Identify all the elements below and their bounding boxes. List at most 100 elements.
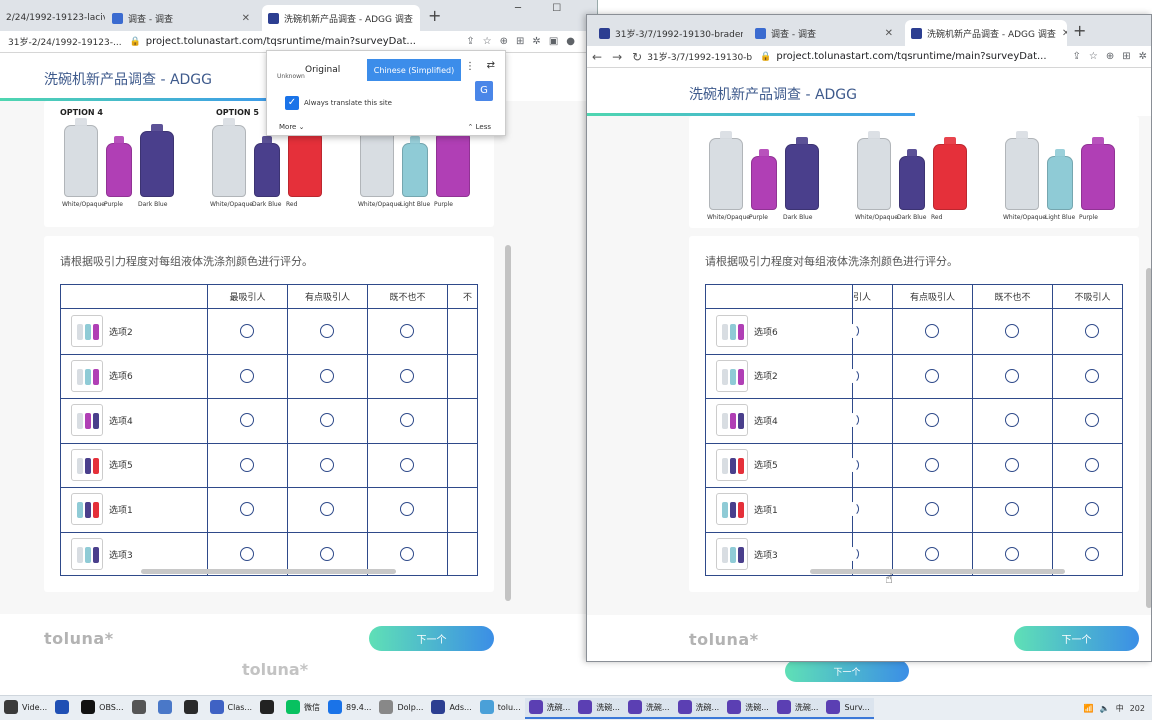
less-button[interactable]: ⌃ Less xyxy=(468,123,491,131)
rating-radio[interactable] xyxy=(1085,502,1099,517)
close-icon[interactable]: ✕ xyxy=(236,13,250,24)
rating-radio[interactable] xyxy=(240,324,254,338)
rating-radio[interactable] xyxy=(925,547,939,561)
star-icon[interactable]: ☆ xyxy=(479,36,496,47)
taskbar-app[interactable]: 洗碗... xyxy=(623,697,674,719)
puzzle-icon[interactable]: ✲ xyxy=(528,36,544,47)
rating-radio[interactable] xyxy=(925,502,939,517)
rating-radio[interactable] xyxy=(1005,457,1019,472)
vertical-scrollbar[interactable] xyxy=(505,245,511,601)
vertical-scrollbar[interactable] xyxy=(1146,268,1151,608)
reload-icon[interactable]: ↻ xyxy=(627,50,647,64)
rating-radio[interactable] xyxy=(925,413,939,428)
horizontal-scrollbar[interactable] xyxy=(141,569,396,574)
rating-radio[interactable] xyxy=(320,368,334,383)
volume-icon[interactable]: 🔈 xyxy=(1100,704,1110,713)
extension-icon[interactable]: ⊕ xyxy=(1102,51,1118,62)
rating-radio[interactable] xyxy=(320,457,334,472)
more-button[interactable]: More ⌄ xyxy=(279,123,304,131)
rating-radio[interactable] xyxy=(925,368,939,383)
tab-3-active[interactable]: 洗碗机新产品调查 - ADGG 调查✕ xyxy=(262,5,420,31)
rating-radio[interactable] xyxy=(1085,324,1099,338)
taskbar-app[interactable]: 洗碗... xyxy=(723,697,773,719)
rating-radio[interactable] xyxy=(320,502,334,517)
next-button[interactable]: 下一个 xyxy=(369,626,494,651)
tab-3-active[interactable]: 洗碗机新产品调查 - ADGG 调查✕ xyxy=(905,20,1067,46)
taskbar-app[interactable]: Ads... xyxy=(427,698,475,719)
rating-radio[interactable] xyxy=(1085,547,1099,561)
clock-year[interactable]: 202 xyxy=(1130,704,1145,713)
rating-radio[interactable] xyxy=(320,547,334,561)
close-icon[interactable]: ✕ xyxy=(413,13,420,24)
rating-radio[interactable] xyxy=(1005,547,1019,561)
sidepanel-icon[interactable]: ▣ xyxy=(545,36,562,47)
ime-icon[interactable]: 中 xyxy=(1116,703,1124,714)
rating-radio[interactable] xyxy=(1005,413,1019,428)
translate-icon[interactable]: ⊞ xyxy=(512,36,528,47)
rating-radio[interactable] xyxy=(240,413,254,428)
always-translate-checkbox[interactable]: ✓ xyxy=(285,96,299,110)
share-icon[interactable]: ⇪ xyxy=(1068,51,1084,62)
tab-2[interactable]: 调查 - 调查 ✕ xyxy=(106,5,256,31)
taskbar-app[interactable]: 微信 xyxy=(282,698,324,719)
rating-radio[interactable] xyxy=(925,324,939,338)
rating-radio[interactable] xyxy=(1085,368,1099,383)
network-icon[interactable]: 📶 xyxy=(1084,704,1094,713)
close-icon[interactable]: ✕ xyxy=(879,28,893,39)
profile-icon[interactable]: ● xyxy=(562,36,579,47)
horizontal-scrollbar[interactable] xyxy=(810,569,1065,574)
rating-radio[interactable] xyxy=(1005,368,1019,383)
back-icon[interactable]: ← xyxy=(587,50,607,64)
target-language-tab[interactable]: Chinese (Simplified) xyxy=(367,59,461,81)
taskbar-app[interactable]: 洗碗... xyxy=(574,697,624,719)
rating-radio[interactable] xyxy=(400,457,414,472)
rating-radio[interactable] xyxy=(240,502,254,517)
taskbar-app[interactable]: 洗碗... xyxy=(524,697,575,719)
rating-radio-partial[interactable] xyxy=(845,502,859,517)
rating-radio[interactable] xyxy=(240,368,254,383)
lock-icon[interactable]: 🔒 xyxy=(760,52,771,62)
lock-icon[interactable]: 🔒 xyxy=(130,37,141,47)
taskbar-app[interactable]: OBS... xyxy=(77,698,127,719)
tab-2[interactable]: 调查 - 调查 ✕ xyxy=(749,20,899,46)
taskbar-app[interactable]: 89.4... xyxy=(324,698,375,719)
rating-radio-partial[interactable] xyxy=(845,457,859,472)
rating-radio[interactable] xyxy=(400,368,414,383)
swap-icon[interactable]: ⇄ xyxy=(487,60,495,71)
extension-icon[interactable]: ⊕ xyxy=(496,36,512,47)
taskbar-app[interactable]: Dolp... xyxy=(375,698,427,719)
rating-radio[interactable] xyxy=(240,547,254,561)
window-controls[interactable]: ─ ☐ xyxy=(515,3,575,14)
rating-radio-partial[interactable] xyxy=(845,368,859,383)
taskbar-app[interactable] xyxy=(256,698,282,719)
taskbar-app[interactable] xyxy=(51,698,77,719)
more-options-icon[interactable]: ⋮ xyxy=(465,61,475,72)
rating-radio[interactable] xyxy=(400,413,414,428)
taskbar-app[interactable]: tolu... xyxy=(476,698,525,719)
tab-1[interactable]: 31岁-3/7/1992-19130-braden...✕ xyxy=(593,20,743,46)
original-language-tab[interactable]: Original xyxy=(305,65,340,75)
rating-radio[interactable] xyxy=(400,547,414,561)
rating-radio[interactable] xyxy=(400,324,414,338)
close-icon[interactable]: ✕ xyxy=(1056,28,1067,39)
taskbar-app[interactable] xyxy=(180,698,206,719)
rating-radio-partial[interactable] xyxy=(845,413,859,428)
taskbar-app[interactable] xyxy=(154,698,180,719)
rating-radio[interactable] xyxy=(320,413,334,428)
rating-radio[interactable] xyxy=(400,502,414,517)
star-icon[interactable]: ☆ xyxy=(1085,51,1102,62)
share-icon[interactable]: ⇪ xyxy=(462,36,478,47)
rating-radio-partial[interactable] xyxy=(845,324,859,338)
rating-radio[interactable] xyxy=(320,324,334,338)
url-field[interactable]: project.tolunastart.com/tqsruntime/main?… xyxy=(776,51,1068,62)
background-next-button[interactable]: 下一个 xyxy=(785,660,909,682)
rating-radio[interactable] xyxy=(1085,457,1099,472)
taskbar-app[interactable]: Clas... xyxy=(206,698,257,719)
url-field[interactable]: project.tolunastart.com/tqsruntime/main?… xyxy=(146,36,463,47)
rating-radio[interactable] xyxy=(925,457,939,472)
forward-icon[interactable]: → xyxy=(607,50,627,64)
taskbar-app[interactable] xyxy=(128,698,154,719)
rating-radio[interactable] xyxy=(240,457,254,472)
new-tab-button[interactable]: + xyxy=(428,6,441,25)
rating-radio[interactable] xyxy=(1085,413,1099,428)
